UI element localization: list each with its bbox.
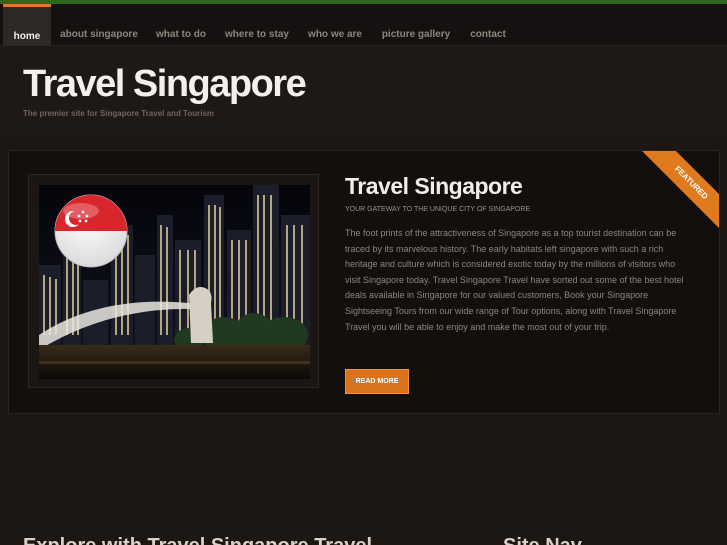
nav-item-home[interactable]: home — [3, 4, 51, 46]
nav-item-contact[interactable]: contact — [464, 4, 512, 46]
featured-ribbon: FEATURED — [639, 151, 719, 231]
nav-item-about-singapore[interactable]: about singapore — [55, 4, 143, 46]
featured-image-frame — [28, 174, 319, 388]
read-more-button[interactable]: READ MORE — [345, 369, 409, 394]
featured-image[interactable] — [39, 185, 310, 379]
featured-title[interactable]: Travel Singapore — [345, 173, 523, 200]
explore-heading: Explore with Travel Singapore Travel — [23, 535, 372, 545]
nav-item-who-we-are[interactable]: who we are — [303, 4, 367, 46]
nav-item-picture-gallery[interactable]: picture gallery — [377, 4, 455, 46]
nav-item-what-to-do[interactable]: what to do — [150, 4, 212, 46]
featured-badge: FEATURED — [640, 151, 719, 231]
featured-subtitle: YOUR GATEWAY TO THE UNIQUE CITY OF SINGA… — [345, 206, 531, 213]
featured-description: The foot prints of the attractiveness of… — [345, 228, 684, 332]
main-nav: home about singapore what to do where to… — [0, 4, 727, 46]
site-nav-heading: Site Nav — [503, 535, 582, 545]
featured-panel: Travel Singapore YOUR GATEWAY TO THE UNI… — [8, 150, 720, 414]
site-title[interactable]: Travel Singapore — [23, 63, 307, 106]
nav-item-where-to-stay[interactable]: where to stay — [220, 4, 294, 46]
singapore-skyline-illustration — [39, 185, 310, 379]
site-tagline: The premier site for Singapore Travel an… — [23, 109, 215, 118]
